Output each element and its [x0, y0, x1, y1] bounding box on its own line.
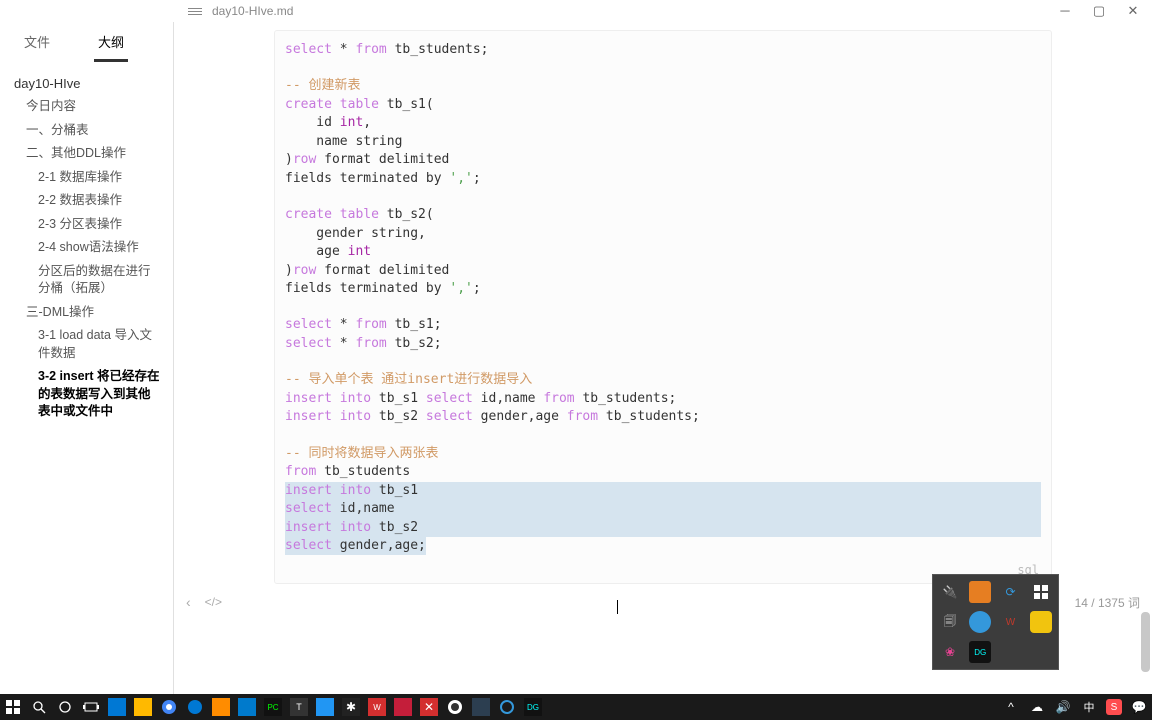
taskbar-app-icon[interactable] — [108, 698, 126, 716]
tab-outline[interactable]: 大纲 — [94, 28, 128, 62]
tray-icon[interactable]: ⟳ — [1000, 581, 1022, 603]
tray-ime-icon[interactable]: 中 — [1080, 698, 1098, 716]
outline-item[interactable]: 分区后的数据在进行分桶（拓展） — [6, 260, 167, 301]
outline-item[interactable]: 2-2 数据表操作 — [6, 189, 167, 213]
tray-icon[interactable] — [1030, 611, 1052, 633]
maximize-button[interactable]: ▢ — [1092, 3, 1106, 19]
search-icon[interactable] — [30, 698, 48, 716]
outline-item[interactable]: 2-4 show语法操作 — [6, 236, 167, 260]
scrollbar-vertical[interactable] — [1141, 22, 1150, 694]
source-mode-icon[interactable]: </> — [205, 595, 222, 609]
tray-volume-icon[interactable]: 🔊 — [1054, 698, 1072, 716]
tray-onedrive-icon[interactable]: ☁ — [1028, 698, 1046, 716]
task-view-icon[interactable] — [82, 698, 100, 716]
outline-panel: day10-HIve 今日内容 一、分桶表 二、其他DDL操作 2-1 数据库操… — [0, 62, 173, 694]
outline-item[interactable]: 3-1 load data 导入文件数据 — [6, 324, 167, 365]
word-count[interactable]: 14 / 1375 词 — [1075, 594, 1140, 611]
outline-item[interactable]: 2-3 分区表操作 — [6, 213, 167, 237]
code-block[interactable]: select * from tb_students; -- 创建新表 creat… — [274, 30, 1052, 584]
tray-icon[interactable]: 🔌 — [939, 581, 961, 603]
tray-icon[interactable]: 🗐 — [939, 611, 961, 633]
outline-item[interactable]: 今日内容 — [6, 95, 167, 119]
taskbar-app-icon[interactable] — [212, 698, 230, 716]
typora-icon[interactable]: T — [290, 698, 308, 716]
start-button[interactable] — [4, 698, 22, 716]
taskbar-app-icon[interactable] — [498, 698, 516, 716]
tray-icon[interactable]: DG — [969, 641, 991, 663]
outline-item[interactable]: 一、分桶表 — [6, 119, 167, 143]
vscode-icon[interactable] — [238, 698, 256, 716]
edge-icon[interactable] — [186, 698, 204, 716]
file-explorer-icon[interactable] — [134, 698, 152, 716]
back-icon[interactable]: ‹ — [186, 594, 191, 610]
taskbar-app-icon[interactable] — [316, 698, 334, 716]
datagrip-icon[interactable]: DG — [524, 698, 542, 716]
outline-item[interactable]: 2-1 数据库操作 — [6, 166, 167, 190]
tray-icon[interactable] — [1030, 581, 1052, 603]
taskbar-app-icon[interactable] — [446, 698, 464, 716]
sidebar: 文件 大纲 day10-HIve 今日内容 一、分桶表 二、其他DDL操作 2-… — [0, 22, 174, 694]
tray-icon[interactable]: ❀ — [939, 641, 961, 663]
cortana-icon[interactable] — [56, 698, 74, 716]
outline-item[interactable]: 三-DML操作 — [6, 301, 167, 325]
text-cursor — [617, 600, 618, 614]
tray-icon[interactable] — [969, 581, 991, 603]
pycharm-icon[interactable]: PC — [264, 698, 282, 716]
tray-icon[interactable] — [969, 611, 991, 633]
outline-doc-title[interactable]: day10-HIve — [6, 72, 167, 95]
tray-expand-icon[interactable]: ^ — [1002, 698, 1020, 716]
taskbar-app-icon[interactable] — [394, 698, 412, 716]
tray-notification-icon[interactable]: 💬 — [1130, 698, 1148, 716]
tab-files[interactable]: 文件 — [20, 28, 54, 62]
close-button[interactable]: ✕ — [1126, 3, 1140, 19]
taskbar-app-icon[interactable]: ✱ — [342, 698, 360, 716]
title-bar: day10-HIve.md ─ ▢ ✕ — [0, 0, 1152, 22]
scrollbar-thumb[interactable] — [1141, 612, 1150, 672]
minimize-button[interactable]: ─ — [1058, 3, 1072, 19]
wps-icon[interactable]: W — [368, 698, 386, 716]
outline-item-active[interactable]: 3-2 insert 将已经存在的表数据写入到其他表中或文件中 — [6, 365, 167, 424]
taskbar-app-icon[interactable] — [472, 698, 490, 716]
outline-item[interactable]: 二、其他DDL操作 — [6, 142, 167, 166]
file-name: day10-HIve.md — [212, 4, 1058, 18]
windows-taskbar[interactable]: PC T ✱ W ✕ DG ^ ☁ 🔊 中 S 💬 — [0, 694, 1152, 720]
taskbar-app-icon[interactable]: ✕ — [420, 698, 438, 716]
tray-sogou-icon[interactable]: S — [1106, 699, 1122, 715]
chrome-icon[interactable] — [160, 698, 178, 716]
system-tray-popup[interactable]: 🔌 ⟳ 🗐 W ❀ DG — [932, 574, 1059, 670]
menu-icon[interactable] — [188, 8, 202, 15]
tray-icon[interactable]: W — [1000, 611, 1022, 633]
